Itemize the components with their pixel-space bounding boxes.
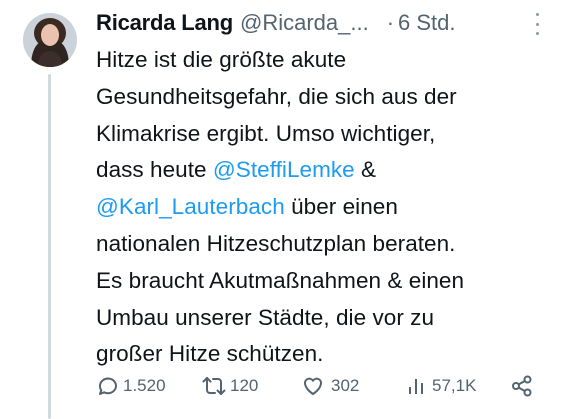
author-name[interactable]: Ricarda Lang: [96, 10, 233, 36]
tweet-text-segment: großer Hitze schützen.: [96, 341, 324, 367]
avatar[interactable]: [23, 13, 77, 67]
retweet-button[interactable]: 120: [201, 369, 258, 403]
reply-icon: [96, 374, 120, 398]
tweet-text-line: nationalen Hitzeschutzplan beraten.: [96, 226, 566, 263]
tweet-text-segment: nationalen Hitzeschutzplan beraten.: [96, 230, 456, 256]
tweet-text-segment: Es braucht Akutmaßnahmen & einen: [96, 267, 465, 293]
tweet-text: Hitze ist die größte akute Gesundheitsgef…: [96, 42, 566, 373]
like-icon: [301, 374, 325, 398]
like-button[interactable]: 302: [301, 369, 359, 403]
views-count: 57,1K: [432, 376, 477, 395]
thread-line: [48, 74, 51, 419]
reply-count: 1.520: [123, 376, 166, 395]
tweet-text-line: Hitze ist die größte akute: [96, 42, 566, 79]
tweet-text-segment: dass heute: [96, 157, 213, 183]
tweet-text-line: Gesundheitsgefahr, die sich aus der: [96, 79, 566, 116]
action-bar: 1.520 120 302 57,1K: [96, 369, 566, 403]
retweet-count: 120: [230, 376, 259, 395]
share-icon: [510, 374, 534, 398]
like-count: 302: [331, 376, 360, 395]
retweet-icon: [201, 374, 227, 398]
tweet-text-segment: über einen: [284, 194, 398, 220]
tweet-text-line: großer Hitze schützen.: [96, 336, 566, 373]
tweet-text-segment: Klimakrise ergibt. Umso wichtiger,: [96, 120, 436, 146]
separator: ·: [386, 10, 395, 35]
share-button[interactable]: [510, 369, 534, 403]
mention-link[interactable]: @SteffiLemke: [213, 157, 355, 182]
tweet-text-segment: Hitze ist die größte akute: [96, 47, 347, 72]
views-button[interactable]: 57,1K: [407, 369, 476, 403]
mention-link[interactable]: @Karl_Lauterbach: [96, 194, 285, 219]
tweet-text-line: dass heute @SteffiLemke &: [96, 152, 566, 189]
tweet-text-segment: Umbau unserer Städte, die vor zu: [96, 304, 435, 330]
author-handle[interactable]: @Ricarda_...: [240, 10, 369, 36]
timestamp[interactable]: 6 Std.: [398, 10, 455, 36]
views-icon: [407, 374, 429, 398]
tweet-text-line: Umbau unserer Städte, die vor zu: [96, 300, 566, 337]
more-horizontal-icon[interactable]: [532, 13, 542, 35]
tweet-text-segment: Gesundheitsgefahr, die sich aus der: [96, 83, 457, 109]
tweet[interactable]: Ricarda Lang @Ricarda_... · 6 Std. Hitze…: [0, 0, 579, 419]
reply-button[interactable]: 1.520: [96, 369, 166, 403]
tweet-header: Ricarda Lang @Ricarda_... · 6 Std.: [96, 6, 566, 40]
tweet-text-segment: &: [354, 157, 377, 183]
tweet-text-line: @Karl_Lauterbach über einen: [96, 189, 566, 226]
tweet-text-line: Klimakrise ergibt. Umso wichtiger,: [96, 116, 566, 153]
tweet-text-line: Es braucht Akutmaßnahmen & einen: [96, 263, 566, 300]
